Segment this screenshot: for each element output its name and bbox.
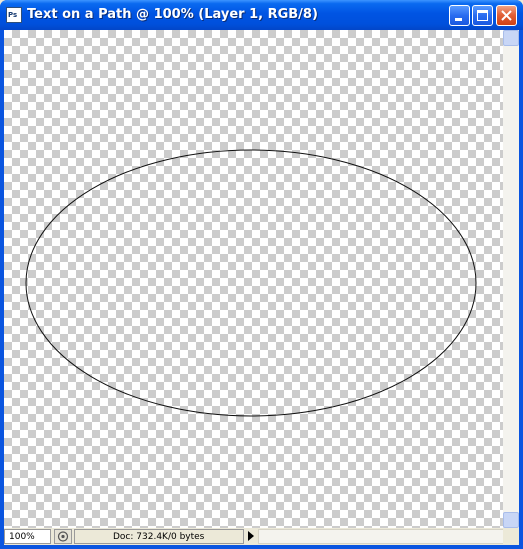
close-button[interactable] (496, 5, 517, 26)
document-canvas[interactable] (4, 30, 503, 528)
ellipse-path[interactable] (25, 149, 477, 417)
preview-icon (57, 531, 69, 542)
scroll-down-button[interactable] (503, 512, 519, 528)
title-bar[interactable]: Ps Text on a Path @ 100% (Layer 1, RGB/8… (0, 0, 523, 30)
document-size-info: Doc: 732.4K/0 bytes (74, 529, 244, 544)
maximize-icon (477, 10, 488, 21)
status-bar: 100% Doc: 732.4K/0 bytes (4, 528, 519, 545)
close-icon (501, 10, 512, 21)
photoshop-app-icon[interactable]: Ps (6, 7, 22, 23)
triangle-right-icon[interactable] (247, 531, 255, 541)
minimize-icon (455, 18, 462, 21)
scroll-up-button[interactable] (503, 30, 519, 46)
vertical-scrollbar[interactable] (503, 30, 519, 528)
canvas-svg (25, 149, 477, 417)
status-preview-button[interactable] (54, 529, 72, 544)
app-icon-label: Ps (8, 11, 18, 19)
minimize-button[interactable] (449, 5, 470, 26)
maximize-button[interactable] (472, 5, 493, 26)
horizontal-scrollbar[interactable] (258, 529, 519, 544)
document-window: Ps Text on a Path @ 100% (Layer 1, RGB/8… (0, 0, 523, 549)
zoom-level-field[interactable]: 100% (4, 529, 51, 544)
resize-grip[interactable] (503, 528, 519, 545)
window-title: Text on a Path @ 100% (Layer 1, RGB/8) (27, 7, 318, 22)
